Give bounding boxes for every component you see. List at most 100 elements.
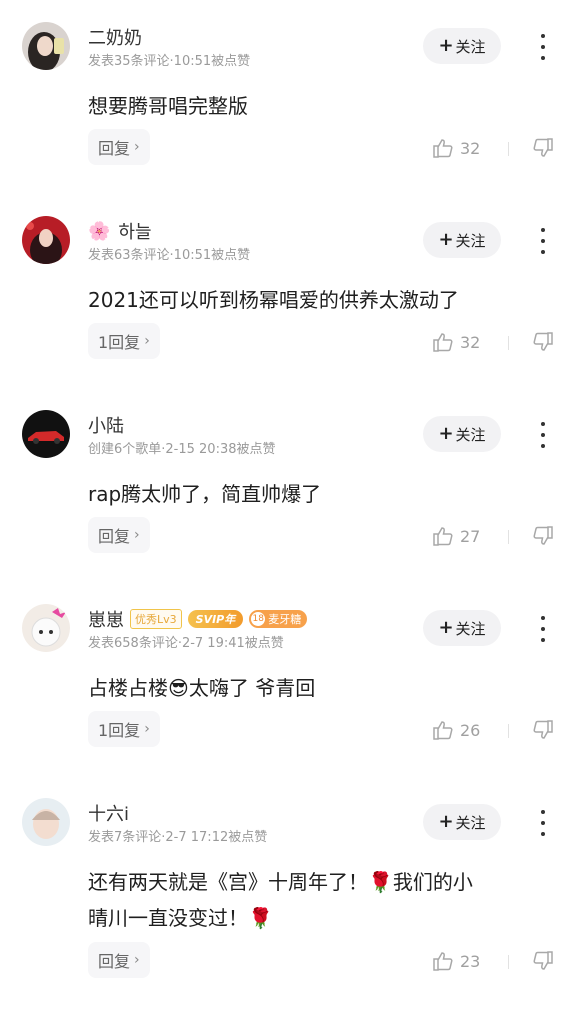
reply-button[interactable]: 回复 › bbox=[88, 517, 150, 553]
follow-label: 关注 bbox=[455, 231, 486, 250]
comment-item: 🌸 하늘 发表63条评论·10:51被点赞 + 关注 2021还可以听到杨幂唱爱的供… bbox=[0, 194, 579, 388]
avatar[interactable] bbox=[22, 604, 70, 652]
more-options-icon[interactable] bbox=[533, 810, 553, 836]
more-options-icon[interactable] bbox=[533, 34, 553, 60]
like-button[interactable]: 26 bbox=[432, 719, 480, 741]
like-count: 32 bbox=[460, 332, 481, 352]
username[interactable]: 🌸 하늘 bbox=[88, 218, 152, 244]
comment-text: rap腾太帅了，简直帅爆了 bbox=[88, 482, 322, 506]
dislike-button[interactable] bbox=[532, 137, 554, 163]
reply-button[interactable]: 回复 › bbox=[88, 129, 150, 165]
reply-label: 1回复 bbox=[98, 333, 141, 352]
username[interactable]: 崽崽 优秀Lv3 SVIP年 18 麦牙糖 bbox=[88, 606, 308, 632]
sunglasses-emoji: 😎 bbox=[168, 676, 189, 700]
chevron-right-icon: › bbox=[144, 333, 150, 349]
like-button[interactable]: 32 bbox=[432, 137, 480, 159]
follow-button[interactable]: + 关注 bbox=[423, 222, 501, 258]
comment-item: 十六i 发表7条评论·2-7 17:12被点赞 + 关注 还有两天就是《宫》十周年… bbox=[0, 776, 579, 1025]
comment-item: 崽崽 优秀Lv3 SVIP年 18 麦牙糖 发表658条评论·2-7 19:41被… bbox=[0, 582, 579, 776]
rose-emoji: 🌹 bbox=[368, 870, 393, 894]
divider bbox=[508, 530, 509, 544]
reply-label: 1回复 bbox=[98, 721, 141, 740]
comment-meta: 发表658条评论·2-7 19:41被点赞 bbox=[88, 636, 284, 651]
follow-button[interactable]: + 关注 bbox=[423, 610, 501, 646]
comment-text: 还有两天就是《宫》十周年了！🌹我们的小 晴川一直没变过！🌹 bbox=[88, 864, 548, 936]
thumb-down-icon bbox=[533, 720, 553, 739]
follow-label: 关注 bbox=[455, 425, 486, 444]
follow-label: 关注 bbox=[455, 813, 486, 832]
like-count: 23 bbox=[460, 951, 481, 971]
more-options-icon[interactable] bbox=[533, 616, 553, 642]
thumb-down-icon bbox=[533, 951, 553, 970]
divider bbox=[508, 336, 509, 350]
follow-label: 关注 bbox=[455, 37, 486, 56]
plus-icon: + bbox=[438, 35, 454, 56]
comment-item: 二奶奶 发表35条评论·10:51被点赞 + 关注 想要腾哥唱完整版 回复 › 32 bbox=[0, 0, 579, 194]
like-count: 32 bbox=[460, 138, 481, 158]
chevron-right-icon: › bbox=[134, 952, 140, 968]
plus-icon: + bbox=[438, 617, 454, 638]
more-options-icon[interactable] bbox=[533, 422, 553, 448]
dislike-button[interactable] bbox=[532, 331, 554, 357]
comment-text-part: 占楼占楼 bbox=[88, 676, 168, 700]
comment-line: 晴川一直没变过！🌹 bbox=[88, 900, 548, 936]
like-button[interactable]: 32 bbox=[432, 331, 480, 353]
divider bbox=[508, 724, 509, 738]
chevron-right-icon: › bbox=[134, 139, 140, 155]
reply-button[interactable]: 1回复 › bbox=[88, 711, 160, 747]
like-button[interactable]: 23 bbox=[432, 950, 480, 972]
username[interactable]: 小陆 bbox=[88, 412, 124, 438]
username-text[interactable]: 小陆 bbox=[88, 412, 124, 438]
reply-button[interactable]: 1回复 › bbox=[88, 323, 160, 359]
plus-icon: + bbox=[438, 423, 454, 444]
rose-emoji: 🌹 bbox=[248, 906, 273, 930]
username[interactable]: 十六i bbox=[88, 800, 129, 826]
comment-text: 想要腾哥唱完整版 bbox=[88, 94, 248, 118]
thumb-up-icon bbox=[433, 139, 453, 158]
avatar[interactable] bbox=[22, 798, 70, 846]
comment-meta: 发表63条评论·10:51被点赞 bbox=[88, 248, 251, 263]
reply-label: 回复 bbox=[98, 527, 131, 546]
divider bbox=[508, 142, 509, 156]
username-text[interactable]: 十六i bbox=[88, 800, 129, 826]
chevron-right-icon: › bbox=[144, 721, 150, 737]
dislike-button[interactable] bbox=[532, 525, 554, 551]
thumb-up-icon bbox=[433, 527, 453, 546]
comment-text: 2021还可以听到杨幂唱爱的供养太激动了 bbox=[88, 288, 459, 312]
group-name: 麦牙糖 bbox=[268, 613, 302, 626]
thumb-down-icon bbox=[533, 526, 553, 545]
comment-text-part: 我们的小 bbox=[392, 870, 473, 894]
comment-text-part: 晴川一直没变过！ bbox=[88, 906, 248, 930]
avatar[interactable] bbox=[22, 410, 70, 458]
follow-label: 关注 bbox=[455, 619, 486, 638]
more-options-icon[interactable] bbox=[533, 228, 553, 254]
group-badge[interactable]: 18 麦牙糖 bbox=[249, 610, 308, 628]
divider bbox=[508, 955, 509, 969]
follow-button[interactable]: + 关注 bbox=[423, 804, 501, 840]
avatar[interactable] bbox=[22, 22, 70, 70]
plus-icon: + bbox=[438, 811, 454, 832]
follow-button[interactable]: + 关注 bbox=[423, 28, 501, 64]
comment-meta: 发表7条评论·2-7 17:12被点赞 bbox=[88, 830, 268, 845]
reply-button[interactable]: 回复 › bbox=[88, 942, 150, 978]
username-text[interactable]: 二奶奶 bbox=[88, 24, 142, 50]
svip-badge[interactable]: SVIP年 bbox=[187, 610, 244, 628]
username-text[interactable]: 崽崽 bbox=[88, 606, 124, 632]
like-button[interactable]: 27 bbox=[432, 525, 480, 547]
thumb-up-icon bbox=[433, 952, 453, 971]
avatar[interactable] bbox=[22, 216, 70, 264]
dislike-button[interactable] bbox=[532, 950, 554, 976]
plus-icon: + bbox=[438, 229, 454, 250]
thumb-down-icon bbox=[533, 138, 553, 157]
username-text[interactable]: 하늘 bbox=[118, 218, 151, 244]
comment-meta: 发表35条评论·10:51被点赞 bbox=[88, 54, 251, 69]
username[interactable]: 二奶奶 bbox=[88, 24, 142, 50]
comment-meta: 创建6个歌单·2-15 20:38被点赞 bbox=[88, 442, 276, 457]
comment-text-part: 太嗨了 爷青回 bbox=[188, 676, 316, 700]
excellent-badge[interactable]: 优秀Lv3 bbox=[130, 609, 182, 629]
dislike-button[interactable] bbox=[532, 719, 554, 745]
chevron-right-icon: › bbox=[134, 527, 140, 543]
like-count: 27 bbox=[460, 526, 481, 546]
follow-button[interactable]: + 关注 bbox=[423, 416, 501, 452]
comment-text-part: 还有两天就是《宫》十周年了！ bbox=[88, 870, 368, 894]
